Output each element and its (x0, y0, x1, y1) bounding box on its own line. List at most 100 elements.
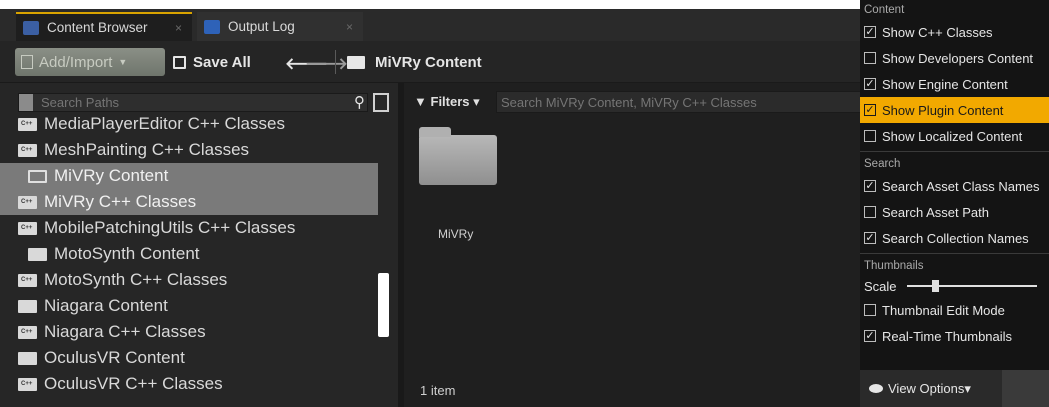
cpp-folder-icon (18, 377, 37, 391)
scale-row: Scale (860, 275, 1049, 297)
expand-arrow-icon[interactable]: ▷ (0, 328, 24, 337)
status-bar-segment (1002, 370, 1049, 407)
tab-content-browser[interactable]: Content Browser × (16, 12, 192, 41)
expand-arrow-icon[interactable]: ▷ (0, 146, 24, 155)
expand-arrow-icon[interactable]: ▷ (0, 302, 24, 311)
filters-button[interactable]: ▼ Filters ▾ (414, 94, 480, 110)
add-import-label: Add/Import (39, 53, 113, 71)
folder-icon (18, 351, 37, 365)
tree-item[interactable]: ▷ MiVRy C++ Classes (0, 189, 378, 215)
tree-item-label: OculusVR C++ Classes (44, 374, 223, 393)
menu-item-label: Show Engine Content (882, 76, 1008, 92)
tree-item[interactable]: ▷ MotoSynth C++ Classes (0, 267, 378, 293)
menu-item-label: Thumbnail Edit Mode (882, 302, 1005, 318)
tree-item[interactable]: ▷ MobilePatchingUtils C++ Classes (0, 215, 378, 241)
eye-icon (869, 384, 883, 393)
folder-thumbnail-icon[interactable] (419, 127, 497, 185)
checkbox-checked-icon[interactable]: ✓ (864, 104, 876, 116)
view-options-button[interactable]: View Options ▾ (860, 370, 1002, 407)
menu-item-label: Show C++ Classes (882, 24, 993, 40)
scale-label: Scale (864, 278, 897, 294)
tree-item[interactable]: ▷ OculusVR Content (0, 345, 378, 371)
checkbox-checked-icon[interactable]: ✓ (864, 180, 876, 192)
close-icon[interactable]: × (346, 20, 353, 34)
add-import-button[interactable]: Add/Import ▼ (15, 48, 165, 76)
tree-item[interactable]: ▷ Niagara C++ Classes (0, 319, 378, 345)
checkbox-icon[interactable] (864, 304, 876, 316)
menu-section-header: Thumbnails (864, 259, 924, 272)
cpp-folder-icon (18, 143, 37, 157)
asset-search-field[interactable] (496, 91, 866, 113)
menu-divider (860, 253, 1049, 254)
path-view-icon[interactable] (19, 94, 33, 111)
expand-arrow-icon[interactable]: ▷ (0, 198, 24, 207)
menu-section-header: Search (864, 157, 901, 170)
asset-view: ▼ Filters ▾ MiVRy 1 item (398, 83, 866, 407)
item-count: 1 item (420, 383, 456, 398)
search-icon: ⚲ (354, 94, 365, 111)
tree-item[interactable]: ▷ OculusVR C++ Classes (0, 371, 378, 397)
menu-divider (860, 151, 1049, 152)
menu-item-label: Search Asset Class Names (882, 178, 1040, 194)
folder-icon (28, 247, 47, 261)
sources-scrollbar[interactable] (378, 273, 389, 337)
menu-item-label: Search Asset Path (882, 204, 989, 220)
tree-item[interactable]: ▷ MeshPainting C++ Classes (0, 137, 378, 163)
menu-item-search-asset-class-names[interactable]: ✓ Search Asset Class Names (860, 173, 1049, 199)
expand-arrow-icon[interactable]: ▷ (0, 224, 24, 233)
forward-arrow-icon[interactable]: 🡒 (305, 53, 348, 74)
tree-item-label: MobilePatchingUtils C++ Classes (44, 218, 296, 237)
menu-item-real-time-thumbnails[interactable]: ✓ Real-Time Thumbnails (860, 323, 1049, 349)
expand-arrow-icon[interactable]: ▷ (0, 276, 24, 285)
tree-item-label: MiVRy Content (54, 166, 169, 185)
menu-item-thumbnail-edit-mode[interactable]: Thumbnail Edit Mode (860, 297, 1049, 323)
tab-output-log[interactable]: Output Log × (197, 12, 363, 41)
tree-item[interactable]: ▷ Niagara Content (0, 293, 378, 319)
tree-item[interactable]: MotoSynth Content (0, 241, 378, 267)
asset-name[interactable]: MiVRy (438, 227, 473, 241)
menu-item-search-asset-path[interactable]: Search Asset Path (860, 199, 1049, 225)
scale-slider[interactable] (906, 280, 1037, 292)
breadcrumb[interactable]: MiVRy Content (347, 48, 482, 76)
checkbox-checked-icon[interactable]: ✓ (864, 330, 876, 342)
search-paths-input[interactable] (41, 94, 331, 111)
menu-item-show-localized-content[interactable]: Show Localized Content (860, 123, 1049, 149)
save-all-button[interactable]: Save All (173, 48, 251, 76)
tab-label: Output Log (228, 19, 295, 34)
checkbox-checked-icon[interactable]: ✓ (864, 26, 876, 38)
tree-item[interactable]: MiVRy Content (0, 163, 378, 189)
checkbox-icon[interactable] (864, 52, 876, 64)
tree-item-label: MediaPlayerEditor C++ Classes (44, 114, 285, 133)
menu-item-label: Show Developers Content (882, 50, 1034, 66)
chevron-down-icon: ▾ (473, 94, 480, 109)
menu-item-label: Show Plugin Content (882, 102, 1004, 118)
expand-arrow-icon[interactable]: ▷ (0, 354, 24, 363)
menu-item-show-plugin-content[interactable]: ✓ Show Plugin Content (860, 97, 1049, 123)
expand-arrow-icon[interactable]: ▷ (0, 120, 24, 129)
slider-thumb[interactable] (931, 280, 939, 292)
menu-item-search-collection-names[interactable]: ✓ Search Collection Names (860, 225, 1049, 251)
checkbox-icon[interactable] (864, 206, 876, 218)
menu-item-label: Search Collection Names (882, 230, 1029, 246)
checkbox-checked-icon[interactable]: ✓ (864, 232, 876, 244)
cpp-folder-icon (18, 117, 37, 131)
checkbox-checked-icon[interactable]: ✓ (864, 78, 876, 90)
checkbox-icon[interactable] (864, 130, 876, 142)
menu-item-show-developers-content[interactable]: Show Developers Content (860, 45, 1049, 71)
sources-settings-icon[interactable] (373, 93, 389, 112)
slider-track (906, 285, 1037, 287)
tree-item[interactable]: ▷ MediaPlayerEditor C++ Classes (0, 111, 378, 137)
tree-item-label: MiVRy C++ Classes (44, 192, 197, 211)
expand-arrow-icon[interactable]: ▷ (0, 380, 24, 389)
search-paths-field[interactable]: ⚲ (18, 93, 368, 112)
toolbar: Add/Import ▼ Save All 🡐 🡒 MiVRy Content (0, 41, 860, 83)
view-options-menu: Content ✓ Show C++ Classes Show Developer… (860, 0, 1049, 407)
menu-item-show-cpp-classes[interactable]: ✓ Show C++ Classes (860, 19, 1049, 45)
close-icon[interactable]: × (175, 21, 182, 35)
save-icon (173, 55, 186, 69)
sources-tree: ▷ MediaPlayerEditor C++ Classes ▷ MeshPain… (0, 111, 378, 397)
menu-item-label: Real-Time Thumbnails (882, 328, 1013, 344)
asset-search-input[interactable] (497, 92, 865, 112)
add-file-icon (21, 55, 33, 69)
menu-item-show-engine-content[interactable]: ✓ Show Engine Content (860, 71, 1049, 97)
